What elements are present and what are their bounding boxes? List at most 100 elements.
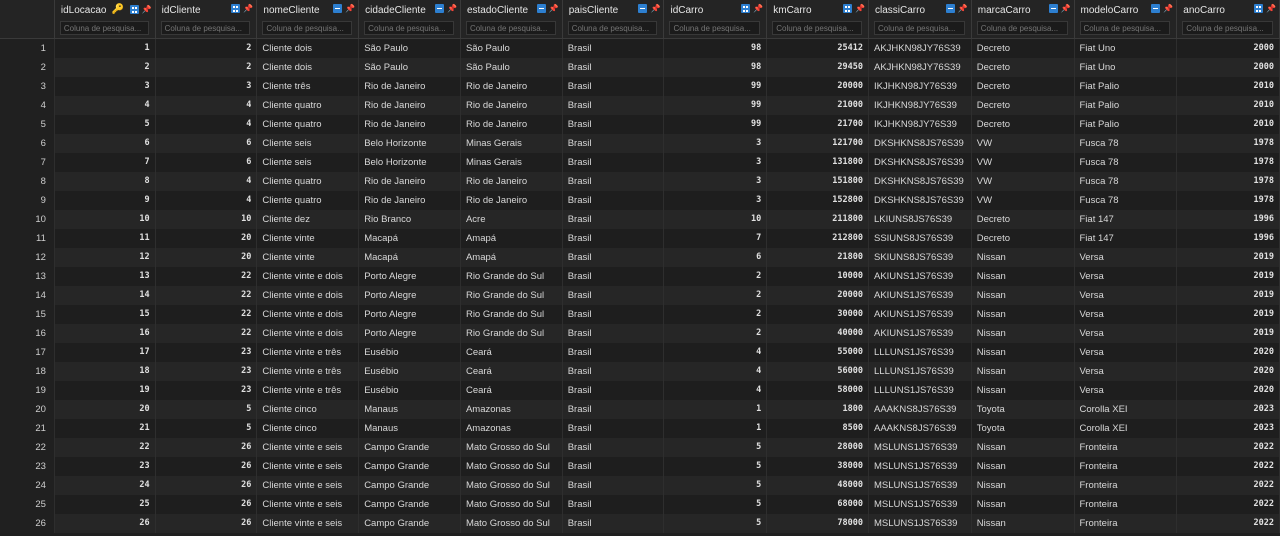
cell-idCliente[interactable]: 2 [156, 39, 258, 58]
cell-modeloCarro[interactable]: Fiat Palio [1075, 96, 1178, 115]
filter-icon[interactable] [434, 4, 444, 13]
cell-idLocacao[interactable]: 2 [55, 58, 156, 77]
cell-classiCarro[interactable]: DKSHKNS8JS76S39 [869, 191, 972, 210]
cell-idCarro[interactable]: 5 [664, 476, 768, 495]
cell-idLocacao[interactable]: 1 [55, 39, 156, 58]
cell-cidadeCliente[interactable]: Rio de Janeiro [359, 96, 461, 115]
column-header-nomeCliente[interactable]: nomeCliente 📌 [257, 0, 360, 38]
cell-cidadeCliente[interactable]: Porto Alegre [359, 324, 461, 343]
cell-classiCarro[interactable]: LLLUNS1JS76S39 [869, 343, 972, 362]
cell-marcaCarro[interactable]: Nissan [972, 438, 1075, 457]
cell-paisCliente[interactable]: Brasil [563, 134, 665, 153]
cell-anoCarro[interactable]: 2022 [1177, 495, 1280, 514]
cell-cidadeCliente[interactable]: Campo Grande [359, 438, 461, 457]
cell-kmCarro[interactable]: 212800 [767, 229, 869, 248]
cell-modeloCarro[interactable]: Fronteira [1075, 457, 1178, 476]
cell-anoCarro[interactable]: 2019 [1177, 324, 1280, 343]
cell-marcaCarro[interactable]: Nissan [972, 495, 1075, 514]
cell-estadoCliente[interactable]: Rio Grande do Sul [461, 286, 563, 305]
cell-classiCarro[interactable]: DKSHKNS8JS76S39 [869, 172, 972, 191]
cell-idLocacao[interactable]: 15 [55, 305, 156, 324]
column-header-kmCarro[interactable]: kmCarro 📌 [767, 0, 869, 38]
cell-idCliente[interactable]: 26 [156, 438, 258, 457]
cell-cidadeCliente[interactable]: Porto Alegre [359, 286, 461, 305]
cell-idCliente[interactable]: 4 [156, 96, 258, 115]
cell-paisCliente[interactable]: Brasil [563, 324, 665, 343]
cell-idLocacao[interactable]: 8 [55, 172, 156, 191]
table-row[interactable]: 8 8 4 Cliente quatro Rio de Janeiro Rio de Ja… [0, 172, 1280, 191]
column-search-input[interactable] [364, 21, 454, 35]
cell-nomeCliente[interactable]: Cliente vinte e seis [257, 457, 360, 476]
cell-cidadeCliente[interactable]: Rio de Janeiro [359, 115, 461, 134]
cell-anoCarro[interactable]: 2022 [1177, 457, 1280, 476]
cell-nomeCliente[interactable]: Cliente três [257, 77, 360, 96]
cell-anoCarro[interactable]: 2019 [1177, 305, 1280, 324]
cell-kmCarro[interactable]: 20000 [767, 286, 869, 305]
cell-idCarro[interactable]: 99 [664, 115, 768, 134]
cell-modeloCarro[interactable]: Fronteira [1075, 476, 1178, 495]
cell-kmCarro[interactable]: 211800 [767, 210, 869, 229]
cell-kmCarro[interactable]: 38000 [767, 457, 869, 476]
cell-idLocacao[interactable]: 24 [55, 476, 156, 495]
cell-marcaCarro[interactable]: Decreto [972, 229, 1075, 248]
column-search-input[interactable] [669, 21, 761, 35]
cell-estadoCliente[interactable]: Mato Grosso do Sul [461, 495, 563, 514]
cell-idLocacao[interactable]: 7 [55, 153, 156, 172]
cell-marcaCarro[interactable]: Decreto [972, 115, 1075, 134]
cell-nomeCliente[interactable]: Cliente vinte e seis [257, 438, 360, 457]
cell-kmCarro[interactable]: 21000 [767, 96, 869, 115]
cell-cidadeCliente[interactable]: Porto Alegre [359, 305, 461, 324]
table-row[interactable]: 7 7 6 Cliente seis Belo Horizonte Minas Gerai… [0, 153, 1280, 172]
cell-idLocacao[interactable]: 19 [55, 381, 156, 400]
cell-nomeCliente[interactable]: Cliente vinte e dois [257, 286, 360, 305]
column-search-input[interactable] [1182, 21, 1274, 35]
cell-estadoCliente[interactable]: Amapá [461, 248, 563, 267]
cell-marcaCarro[interactable]: Nissan [972, 324, 1075, 343]
cell-kmCarro[interactable]: 8500 [767, 419, 869, 438]
cell-kmCarro[interactable]: 55000 [767, 343, 869, 362]
cell-kmCarro[interactable]: 21800 [767, 248, 869, 267]
cell-kmCarro[interactable]: 40000 [767, 324, 869, 343]
cell-modeloCarro[interactable]: Corolla XEI [1075, 400, 1178, 419]
cell-cidadeCliente[interactable]: Macapá [359, 229, 461, 248]
pin-icon[interactable]: 📌 [447, 4, 457, 13]
cell-estadoCliente[interactable]: Amazonas [461, 419, 563, 438]
cell-marcaCarro[interactable]: Decreto [972, 210, 1075, 229]
cell-cidadeCliente[interactable]: Eusébio [359, 343, 461, 362]
filter-icon[interactable] [638, 4, 648, 13]
cell-estadoCliente[interactable]: Ceará [461, 381, 563, 400]
cell-classiCarro[interactable]: AKIUNS1JS76S39 [869, 324, 972, 343]
cell-idCliente[interactable]: 4 [156, 115, 258, 134]
pin-icon[interactable]: 📌 [345, 4, 355, 13]
table-row[interactable]: 4 4 4 Cliente quatro Rio de Janeiro Rio de Ja… [0, 96, 1280, 115]
cell-idCliente[interactable]: 5 [156, 419, 258, 438]
cell-paisCliente[interactable]: Brasil [563, 457, 665, 476]
cell-estadoCliente[interactable]: Minas Gerais [461, 153, 563, 172]
table-row[interactable]: 26 26 26 Cliente vinte e seis Campo Grande Ma… [0, 514, 1280, 533]
cell-classiCarro[interactable]: SSIUNS8JS76S39 [869, 229, 972, 248]
cell-idCarro[interactable]: 2 [664, 286, 768, 305]
column-header-modeloCarro[interactable]: modeloCarro 📌 [1075, 0, 1178, 38]
cell-marcaCarro[interactable]: Nissan [972, 286, 1075, 305]
cell-idCliente[interactable]: 6 [156, 153, 258, 172]
cell-estadoCliente[interactable]: Rio de Janeiro [461, 77, 563, 96]
cell-paisCliente[interactable]: Brasil [563, 400, 665, 419]
cell-anoCarro[interactable]: 1978 [1177, 153, 1280, 172]
cell-idCarro[interactable]: 2 [664, 324, 768, 343]
column-search-input[interactable] [160, 21, 251, 35]
cell-classiCarro[interactable]: AKIUNS1JS76S39 [869, 305, 972, 324]
cell-estadoCliente[interactable]: Ceará [461, 362, 563, 381]
cell-paisCliente[interactable]: Brasil [563, 362, 665, 381]
cell-paisCliente[interactable]: Brasil [563, 476, 665, 495]
cell-idCliente[interactable]: 26 [156, 495, 258, 514]
cell-modeloCarro[interactable]: Fiat 147 [1075, 229, 1178, 248]
cell-idCliente[interactable]: 10 [156, 210, 258, 229]
cell-idLocacao[interactable]: 26 [55, 514, 156, 533]
cell-paisCliente[interactable]: Brasil [563, 153, 665, 172]
table-row[interactable]: 20 20 5 Cliente cinco Manaus Amazonas Brasil 1 1… [0, 400, 1280, 419]
cell-cidadeCliente[interactable]: São Paulo [359, 39, 461, 58]
cell-modeloCarro[interactable]: Fiat Uno [1075, 58, 1178, 77]
pin-icon[interactable]: 📌 [1061, 4, 1071, 13]
cell-idCarro[interactable]: 99 [664, 77, 768, 96]
cell-kmCarro[interactable]: 48000 [767, 476, 869, 495]
